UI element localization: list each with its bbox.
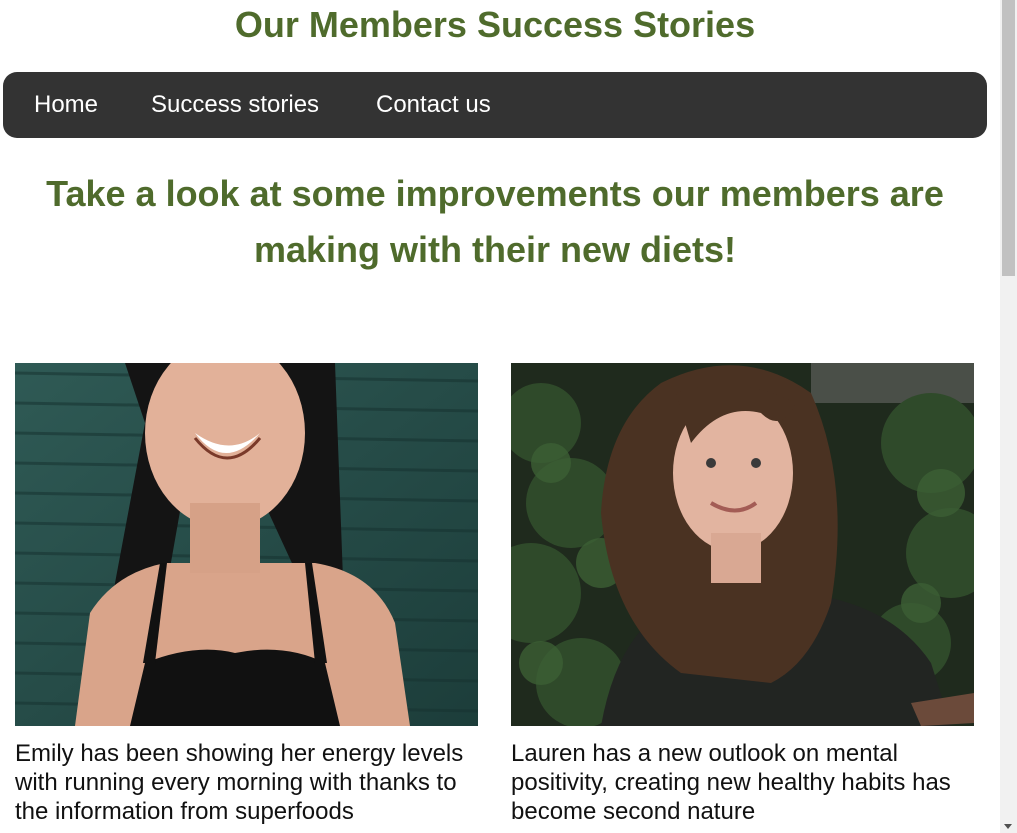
nav-link-contact-us[interactable]: Contact us — [376, 91, 491, 119]
main-navbar: Home Success stories Contact us — [3, 72, 987, 138]
story-card-emily: Emily has been showing her energy levels… — [15, 363, 478, 826]
story-caption-emily: Emily has been showing her energy levels… — [15, 740, 464, 825]
nav-link-success-stories[interactable]: Success stories — [151, 91, 319, 119]
smiling-woman-photo — [511, 363, 974, 726]
vertical-scrollbar[interactable] — [1000, 0, 1017, 833]
laughing-woman-photo — [15, 363, 478, 726]
page-content: Our Members Success Stories Home Success… — [0, 0, 1000, 833]
scroll-down-arrow-icon[interactable] — [1004, 824, 1012, 829]
browser-viewport: Our Members Success Stories Home Success… — [0, 0, 1017, 833]
story-photo-emily — [15, 363, 478, 726]
story-card-lauren: Lauren has a new outlook on mental posit… — [511, 363, 974, 826]
site-title: Our Members Success Stories — [234, 4, 756, 45]
page-headline: Take a look at some improvements our mem… — [46, 173, 944, 270]
story-caption-lauren: Lauren has a new outlook on mental posit… — [511, 740, 951, 825]
nav-link-home[interactable]: Home — [34, 91, 98, 119]
story-photo-lauren — [511, 363, 974, 726]
scrollbar-thumb[interactable] — [1002, 0, 1015, 276]
